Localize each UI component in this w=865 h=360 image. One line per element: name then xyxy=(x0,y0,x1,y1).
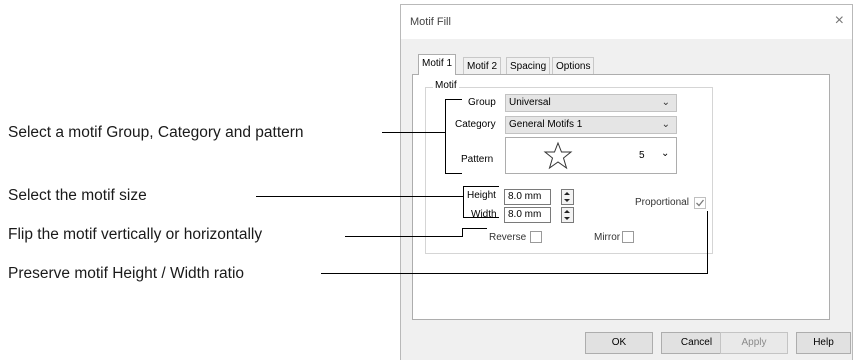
bracket-size-top xyxy=(463,186,499,187)
chevron-down-icon: ⌄ xyxy=(661,119,670,130)
reverse-label: Reverse xyxy=(489,232,527,243)
bracket-proportional-vertical xyxy=(707,211,708,274)
bracket-size-bottom xyxy=(463,217,499,218)
category-select-value: General Motifs 1 xyxy=(509,119,583,130)
spin-up-icon xyxy=(564,210,570,213)
leader-line-size xyxy=(256,196,464,197)
proportional-checkbox[interactable] xyxy=(694,197,706,209)
pattern-select[interactable]: 5 ⌄ xyxy=(505,137,677,174)
motif-groupbox-legend: Motif xyxy=(433,80,459,91)
reverse-checkbox[interactable] xyxy=(530,231,542,243)
mirror-label: Mirror xyxy=(594,232,621,243)
annotation-group-category-pattern: Select a motif Group, Category and patte… xyxy=(8,124,304,141)
bracket-group-vertical xyxy=(445,99,446,174)
apply-button[interactable]: Apply xyxy=(720,332,788,354)
tab-spacing[interactable]: Spacing xyxy=(506,57,551,74)
mirror-checkbox[interactable] xyxy=(622,231,634,243)
height-label: Height xyxy=(467,190,496,201)
category-label: Category xyxy=(455,119,496,130)
ok-button[interactable]: OK xyxy=(585,332,653,354)
pattern-number: 5 xyxy=(639,150,645,161)
pattern-label: Pattern xyxy=(461,154,494,165)
close-icon[interactable]: × xyxy=(835,12,844,30)
dialog-titlebar: Motif Fill × xyxy=(401,5,852,39)
group-select[interactable]: Universal ⌄ xyxy=(505,94,677,112)
bracket-group-bottom xyxy=(445,173,462,174)
spin-down-icon xyxy=(564,199,570,202)
height-input[interactable]: 8.0 mm xyxy=(504,189,551,205)
bracket-flip-top xyxy=(462,228,487,229)
annotation-motif-size: Select the motif size xyxy=(8,187,147,204)
bracket-size-vertical xyxy=(463,186,464,218)
proportional-label: Proportional xyxy=(635,197,689,208)
bracket-group-top xyxy=(445,99,462,100)
tab-motif-1[interactable]: Motif 1 xyxy=(418,54,457,75)
tab-motif-2[interactable]: Motif 2 xyxy=(463,57,502,74)
category-select[interactable]: General Motifs 1 ⌄ xyxy=(505,116,677,134)
width-label: Width xyxy=(471,209,497,220)
width-input[interactable]: 8.0 mm xyxy=(504,207,551,223)
annotation-preserve-ratio: Preserve motif Height / Width ratio xyxy=(8,265,245,282)
bracket-flip-vertical xyxy=(462,228,463,237)
group-label: Group xyxy=(468,97,496,108)
width-spinner[interactable] xyxy=(561,207,574,223)
leader-line-proportional xyxy=(321,273,708,274)
dialog-title: Motif Fill xyxy=(410,16,451,28)
group-select-value: Universal xyxy=(509,97,551,108)
chevron-down-icon: ⌄ xyxy=(661,97,670,108)
spin-up-icon xyxy=(564,192,570,195)
help-button[interactable]: Help xyxy=(796,332,851,354)
annotation-flip-motif: Flip the motif vertically or horizontall… xyxy=(8,226,263,243)
tab-options[interactable]: Options xyxy=(552,57,595,74)
chevron-down-icon: ⌄ xyxy=(661,148,670,159)
checkmark-icon xyxy=(696,199,705,207)
leader-line-group xyxy=(382,132,446,133)
height-spinner[interactable] xyxy=(561,189,574,205)
star-outline-icon xyxy=(543,141,573,170)
leader-line-flip xyxy=(345,236,463,237)
spin-down-icon xyxy=(564,217,570,220)
